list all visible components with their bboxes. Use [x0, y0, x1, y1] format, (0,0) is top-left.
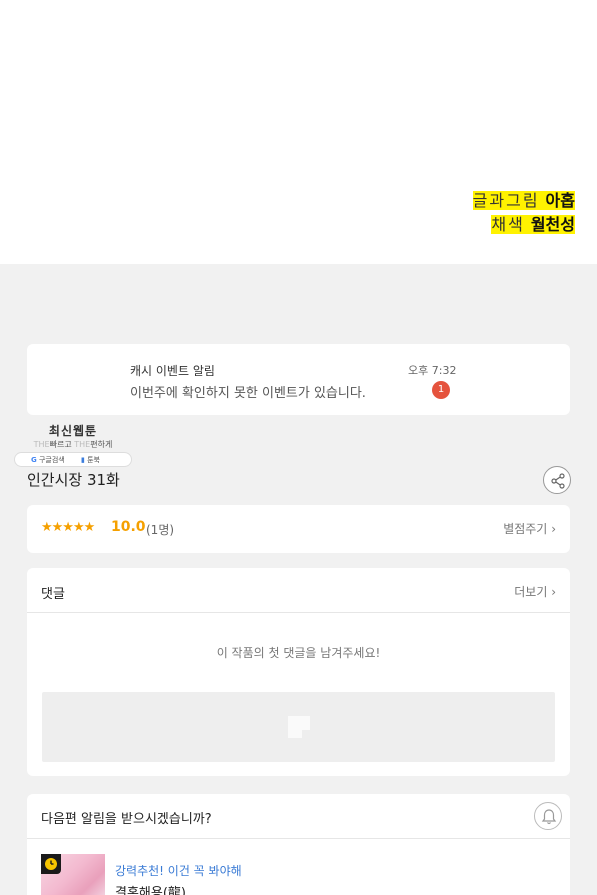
site-logo[interactable]: 최신웹툰 THE빠르고 THE편하게 G 구글검색 ▮ 툰북 — [12, 422, 134, 468]
recommendation-promo[interactable]: 강력추천! 이건 꼭 봐야해 — [115, 862, 242, 879]
google-icon: G — [31, 456, 37, 464]
google-search-text: 구글검색 — [38, 456, 65, 464]
rate-button-label: 별점주기 — [503, 522, 548, 536]
credit-story: 글과그림 아홉 — [471, 191, 577, 211]
comments-header: 댓글 더보기 › — [27, 568, 570, 613]
rating-bar: ★★★★★ 10.0 (1명) 별점주기 › — [27, 505, 570, 553]
toonbook-icon: ▮ — [81, 456, 85, 464]
logo-tag-easy: 편하게 — [90, 440, 113, 449]
google-search-label: G 구글검색 — [31, 455, 65, 465]
content-image-area: 글과그림 아홉 채색 월천성 — [0, 0, 597, 264]
credit-color: 채색 월천성 — [489, 215, 577, 235]
comments-more-button[interactable]: 더보기 › — [514, 583, 556, 600]
next-alert-header: 다음편 알림을 받으시겠습니까? — [27, 794, 570, 839]
comments-section: 댓글 더보기 › 이 작품의 첫 댓글을 남겨주세요! — [27, 568, 570, 776]
toonbook-label: ▮ 툰북 — [81, 455, 100, 465]
comments-title: 댓글 — [41, 587, 65, 602]
ad-placeholder[interactable] — [42, 692, 555, 762]
logo-tagline: THE빠르고 THE편하게 — [12, 439, 134, 450]
credit-color-name: 월천성 — [530, 215, 575, 234]
image-placeholder-icon — [288, 716, 310, 738]
credit-color-role: 채색 — [491, 215, 525, 234]
clock-icon — [45, 858, 57, 870]
subscribe-bell-button[interactable] — [534, 802, 562, 830]
logo-tag-the-1: THE — [33, 440, 50, 449]
next-alert-question: 다음편 알림을 받으시겠습니까? — [41, 812, 212, 827]
episode-title: 인간시장 31화 — [27, 471, 120, 489]
rate-button[interactable]: 별점주기 › — [503, 520, 556, 537]
logo-tag-the-2: THE — [74, 440, 91, 449]
notification-time: 오후 7:32 — [408, 364, 457, 377]
comments-empty-message: 이 작품의 첫 댓글을 남겨주세요! — [216, 646, 381, 660]
rating-count: (1명) — [146, 523, 175, 537]
comments-more-label: 더보기 — [514, 585, 548, 599]
bell-icon — [541, 809, 557, 825]
notification-badge: 1 — [432, 381, 450, 399]
share-icon — [551, 473, 565, 489]
credit-story-role: 글과그림 — [472, 191, 540, 210]
next-episode-alert: 다음편 알림을 받으시겠습니까? 강력추천! 이건 꼭 봐야해 결혼해용(龍) — [27, 794, 570, 895]
clock-badge — [41, 854, 61, 874]
toonbook-text: 툰북 — [87, 456, 100, 464]
logo-title: 최신웹툰 — [48, 424, 98, 438]
logo-tag-fast: 빠르고 — [49, 440, 72, 449]
logo-search-pill: G 구글검색 ▮ 툰북 — [14, 452, 132, 467]
rating-score: 10.0 — [111, 519, 146, 535]
notification-message: 이번주에 확인하지 못한 이벤트가 있습니다. — [130, 386, 366, 401]
recommended-title[interactable]: 결혼해용(龍) — [115, 882, 186, 895]
star-rating-icon: ★★★★★ — [41, 520, 95, 535]
chevron-right-icon: › — [551, 585, 556, 599]
notification-title: 캐시 이벤트 알림 — [130, 364, 215, 378]
credit-story-name: 아홉 — [545, 191, 575, 210]
cash-event-notification[interactable]: 캐시 이벤트 알림 이번주에 확인하지 못한 이벤트가 있습니다. 오후 7:3… — [27, 344, 570, 415]
share-button[interactable] — [543, 466, 571, 494]
chevron-right-icon: › — [551, 522, 556, 536]
recommended-thumbnail[interactable] — [41, 854, 105, 895]
